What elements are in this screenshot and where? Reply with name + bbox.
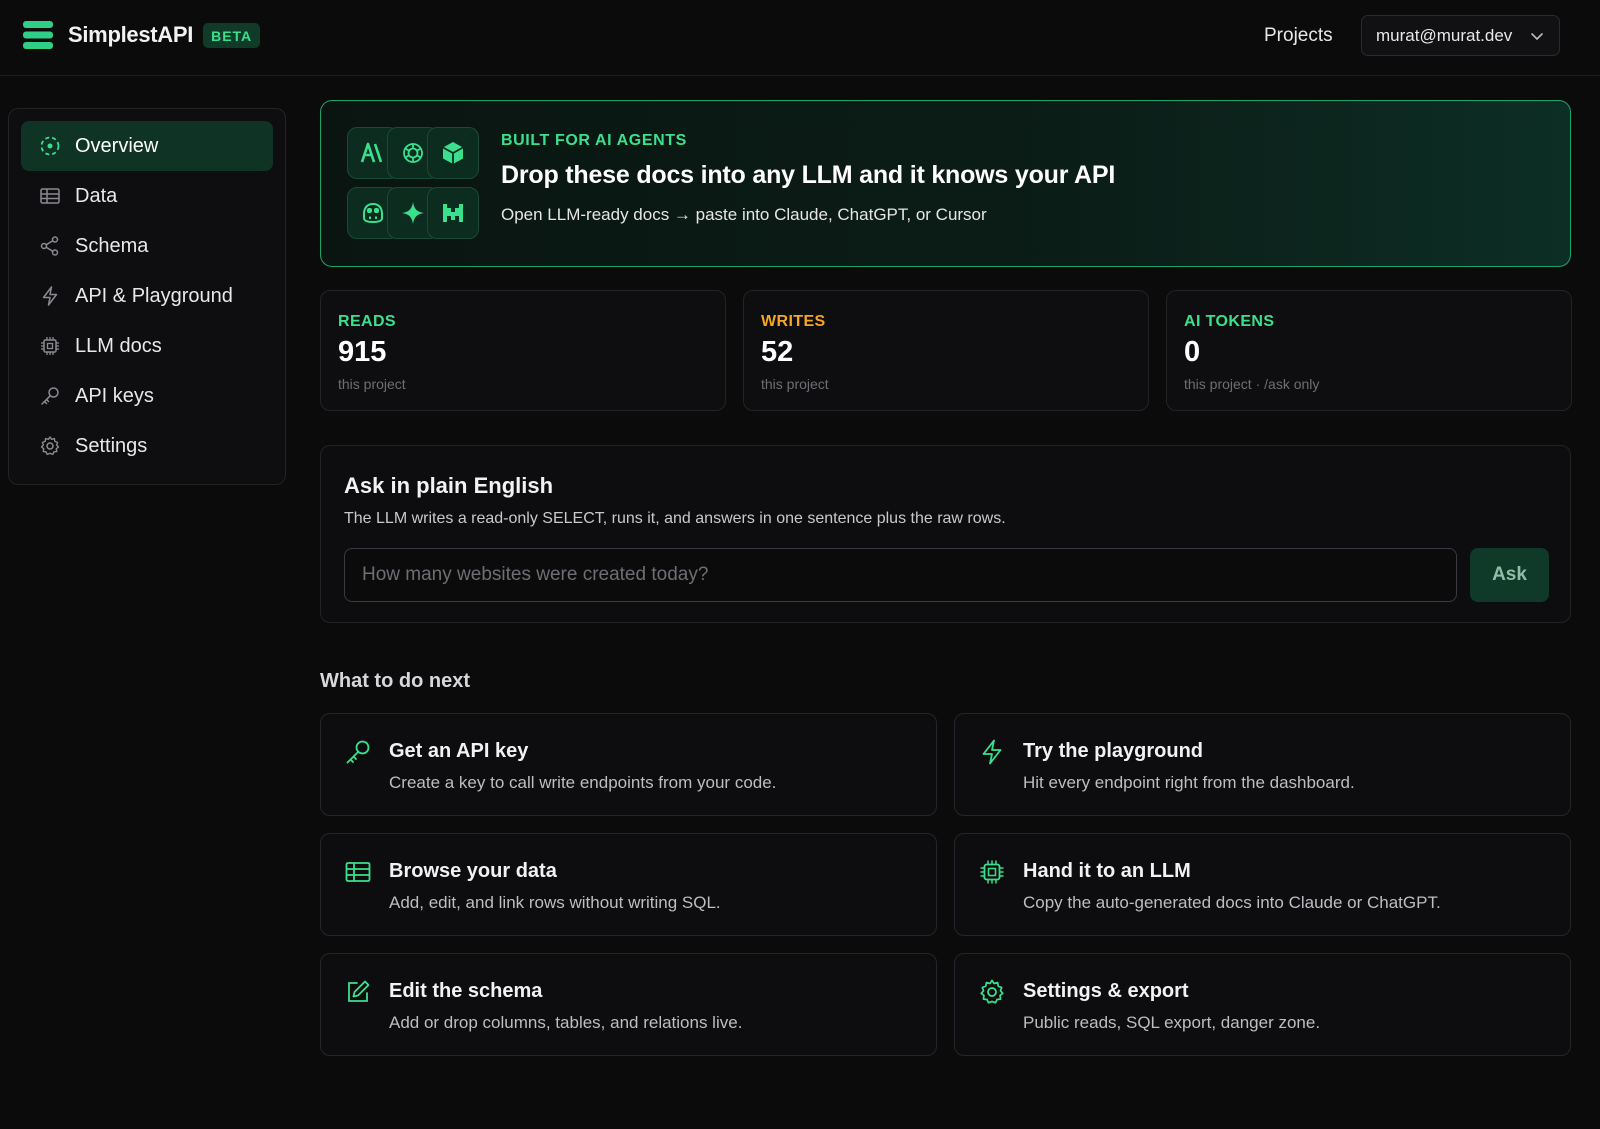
bolt-icon [982,739,1002,765]
gear-icon [980,979,1004,1004]
chip-icon [41,337,59,355]
openai-icon [403,143,423,163]
ai-logo-grid [347,127,479,241]
action-card-desc: Copy the auto-generated docs into Claude… [1023,893,1441,912]
key-icon [41,387,59,405]
action-card-browse-data[interactable]: Browse your data Add, edit, and link row… [320,833,937,936]
gear-icon [40,436,60,456]
cursor-icon [442,142,464,164]
sidebar-item-api-keys[interactable]: API keys [21,371,273,421]
sidebar-item-settings[interactable]: Settings [21,421,273,471]
table-icon [40,188,60,204]
action-card-title: Get an API key [389,740,529,762]
mistral-icon [443,204,463,222]
stat-value: 52 [761,336,794,368]
sidebar-item-data[interactable]: Data [21,171,273,221]
ask-button[interactable]: Ask [1470,548,1549,602]
stat-label: READS [338,313,397,330]
sidebar-item-label: Schema [75,234,149,257]
sidebar-item-label: LLM docs [75,334,162,357]
chip-icon [980,860,1004,884]
overview-icon [40,136,60,156]
copilot-icon [363,202,383,224]
bolt-icon [42,286,58,306]
hero-kicker: BUILT FOR AI AGENTS [501,132,687,149]
next-steps-title: What to do next [320,670,470,692]
action-card-desc: Public reads, SQL export, danger zone. [1023,1013,1321,1032]
ask-card: Ask in plain English The LLM writes a re… [320,445,1571,623]
action-card-desc: Create a key to call write endpoints fro… [389,773,777,792]
logo-tile [427,127,479,179]
action-card-settings-export[interactable]: Settings & export Public reads, SQL expo… [954,953,1571,1056]
action-card-title: Try the playground [1023,740,1204,762]
hero-title: Drop these docs into any LLM and it know… [501,161,1116,189]
gemini-icon [402,202,424,224]
logo-icon [23,21,53,49]
stat-label: AI TOKENS [1184,313,1275,330]
user-email: murat@murat.dev [1376,25,1513,45]
action-card-desc: Add or drop columns, tables, and relatio… [389,1013,743,1032]
sidebar-item-schema[interactable]: Schema [21,221,273,271]
projects-link[interactable]: Projects [1264,25,1333,47]
action-card-desc: Add, edit, and link rows without writing… [389,893,721,912]
stat-ai-tokens: AI TOKENS 0 this project · /ask only [1166,290,1572,411]
ask-description: The LLM writes a read-only SELECT, runs … [344,510,1006,527]
action-card-desc: Hit every endpoint right from the dashbo… [1023,773,1355,792]
stat-sub: this project · /ask only [1184,376,1320,392]
action-card-playground[interactable]: Try the playground Hit every endpoint ri… [954,713,1571,816]
sidebar-item-label: Settings [75,434,148,457]
stat-value: 915 [338,336,387,368]
ask-input[interactable] [344,548,1457,602]
sidebar-item-label: API keys [75,384,154,407]
llm-docs-banner[interactable]: BUILT FOR AI AGENTS Drop these docs into… [320,100,1571,267]
anthropic-icon [360,142,383,163]
pencil-icon [348,980,370,1002]
key-icon [346,740,370,764]
stat-sub: this project [338,376,406,392]
stat-writes: WRITES 52 this project [743,290,1149,411]
sidebar-item-label: API & Playground [75,284,233,307]
sidebar-item-label: Overview [75,134,159,157]
stat-reads: READS 915 this project [320,290,726,411]
sidebar-item-label: Data [75,184,118,207]
brand[interactable]: SimplestAPI BETA [22,20,261,50]
sidebar-item-overview[interactable]: Overview [21,121,273,171]
sidebar-item-api-playground[interactable]: API & Playground [21,271,273,321]
stat-label: WRITES [761,313,826,330]
stat-value: 0 [1184,336,1201,368]
action-card-hand-to-llm[interactable]: Hand it to an LLM Copy the auto-generate… [954,833,1571,936]
action-card-api-key[interactable]: Get an API key Create a key to call writ… [320,713,937,816]
action-card-title: Settings & export [1023,980,1189,1002]
app-name: SimplestAPI [68,22,194,47]
sidebar-item-llm-docs[interactable]: LLM docs [21,321,273,371]
share-icon [40,236,59,256]
hero-subtitle: Open LLM-ready docs → paste into Claude,… [501,205,987,224]
action-card-title: Hand it to an LLM [1023,860,1191,882]
user-menu[interactable]: murat@murat.dev [1361,15,1560,56]
stat-sub: this project [761,376,829,392]
action-card-edit-schema[interactable]: Edit the schema Add or drop columns, tab… [320,953,937,1056]
chevron-down-icon [1531,33,1543,41]
action-card-title: Browse your data [389,860,557,882]
top-bar: SimplestAPI BETA Projects murat@murat.de… [0,0,1600,76]
logo-tile [427,187,479,239]
ask-title: Ask in plain English [344,473,554,498]
table-icon [345,862,371,882]
action-card-title: Edit the schema [389,980,543,1002]
sidebar: Overview Data Schema API & Playground LL… [8,108,286,485]
beta-badge: BETA [203,22,261,48]
